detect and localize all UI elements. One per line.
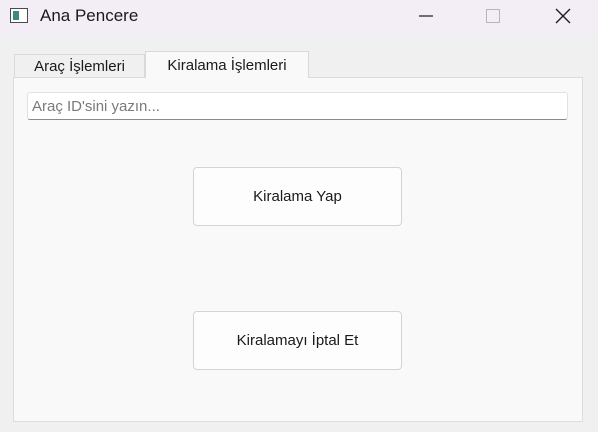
maximize-button[interactable]: [470, 0, 516, 32]
tab-arac-islemleri[interactable]: Araç İşlemleri: [14, 54, 145, 78]
title-bar[interactable]: Ana Pencere: [0, 0, 598, 35]
maximize-icon: [486, 9, 500, 23]
window-title: Ana Pencere: [40, 6, 139, 25]
cancel-rental-button[interactable]: Kiralamayı İptal Et: [193, 311, 402, 370]
vehicle-id-input[interactable]: [27, 92, 568, 120]
rental-tab-panel: [13, 77, 583, 422]
tab-kiralama-islemleri[interactable]: Kiralama İşlemleri: [145, 51, 309, 78]
close-button[interactable]: [540, 0, 586, 32]
app-window-icon: [10, 8, 28, 23]
minimize-icon: [419, 15, 433, 17]
close-icon: [555, 8, 571, 24]
rent-button[interactable]: Kiralama Yap: [193, 167, 402, 226]
minimize-button[interactable]: [403, 0, 449, 32]
